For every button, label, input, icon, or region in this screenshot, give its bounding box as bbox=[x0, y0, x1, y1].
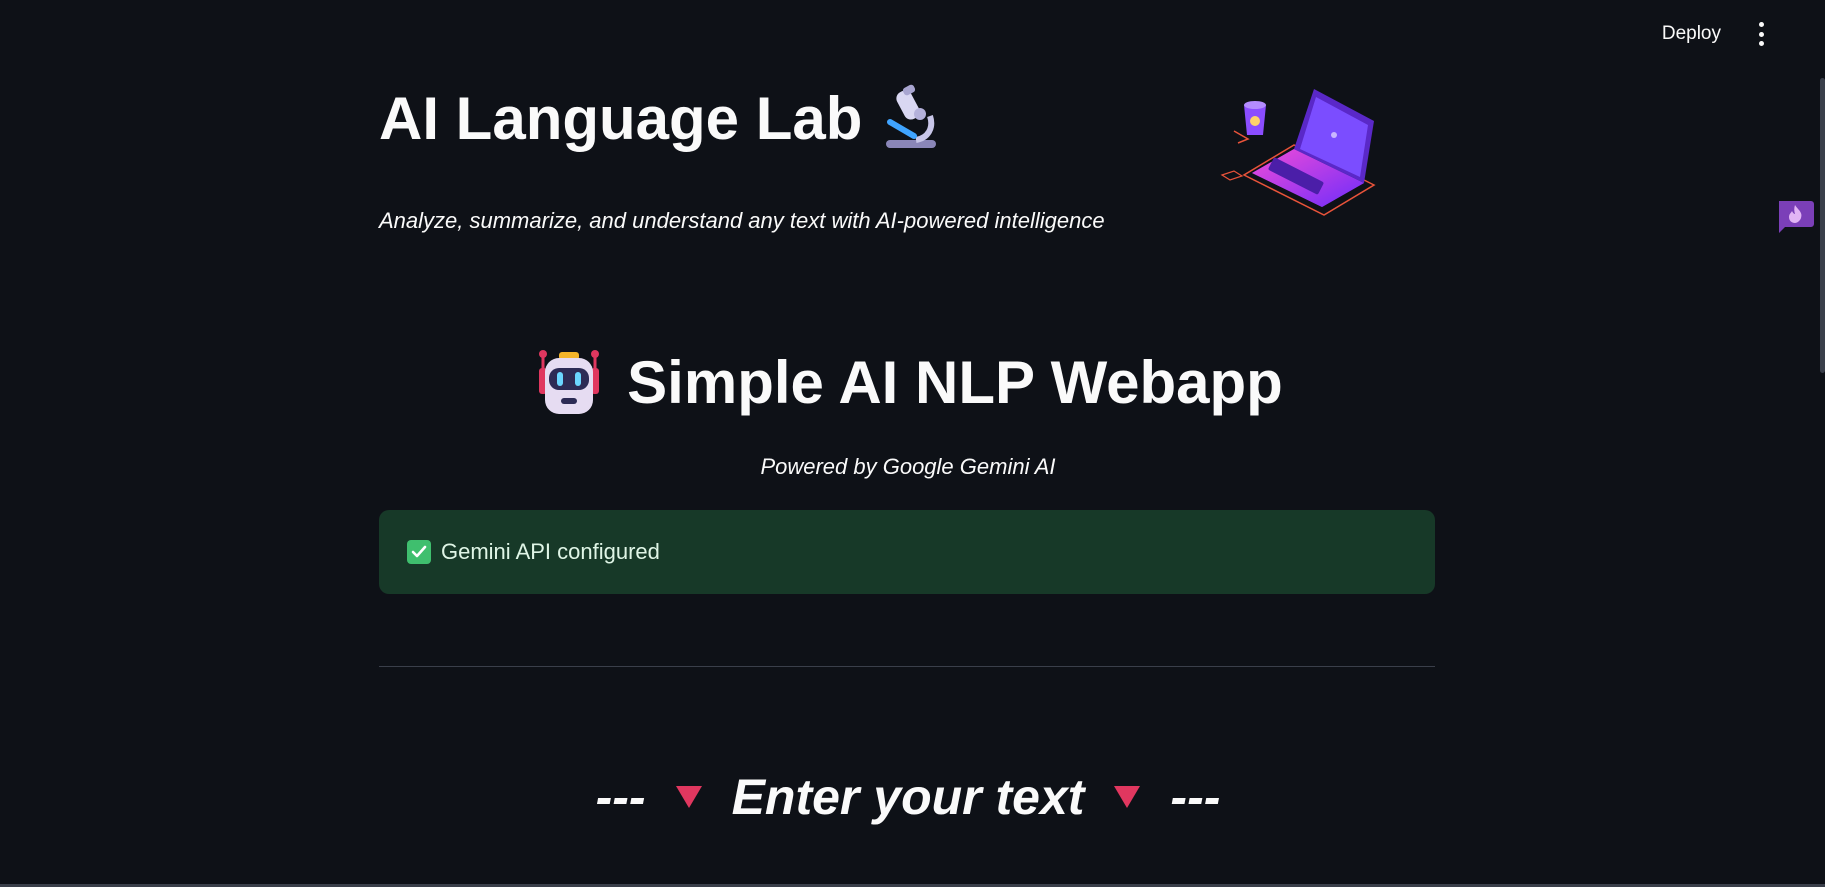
page-subtitle: Analyze, summarize, and understand any t… bbox=[379, 208, 1105, 233]
page-title: AI Language Lab bbox=[379, 82, 948, 154]
powered-by-caption: Powered by Google Gemini AI bbox=[760, 454, 1056, 479]
app-heading-text: Simple AI NLP Webapp bbox=[627, 348, 1283, 416]
top-toolbar: Deploy bbox=[1662, 22, 1771, 46]
section-divider bbox=[379, 666, 1435, 667]
laptop-illustration bbox=[1220, 89, 1376, 216]
heading-prefix: --- bbox=[595, 769, 646, 825]
app-root: Deploy AI Language Lab Analyze, summariz… bbox=[0, 0, 1825, 887]
kebab-menu-icon[interactable] bbox=[1751, 22, 1771, 46]
app-heading: Simple AI NLP Webapp bbox=[379, 346, 1437, 418]
red-triangle-icon bbox=[675, 786, 702, 808]
heading-suffix: --- bbox=[1170, 769, 1221, 825]
red-triangle-icon bbox=[1114, 786, 1141, 808]
robot-icon bbox=[539, 350, 600, 414]
check-mark-icon bbox=[407, 540, 431, 564]
status-message: Gemini API configured bbox=[441, 539, 660, 564]
page-title-text: AI Language Lab bbox=[379, 84, 863, 152]
deploy-button[interactable]: Deploy bbox=[1662, 23, 1721, 45]
chat-fire-icon[interactable] bbox=[1775, 197, 1815, 235]
status-alert: Gemini API configured bbox=[379, 510, 1435, 594]
enter-text-heading: --- Enter your text --- bbox=[379, 768, 1437, 826]
microscope-icon bbox=[886, 84, 937, 148]
vertical-scrollbar[interactable] bbox=[1820, 78, 1825, 373]
enter-text-label: Enter your text bbox=[731, 769, 1085, 825]
